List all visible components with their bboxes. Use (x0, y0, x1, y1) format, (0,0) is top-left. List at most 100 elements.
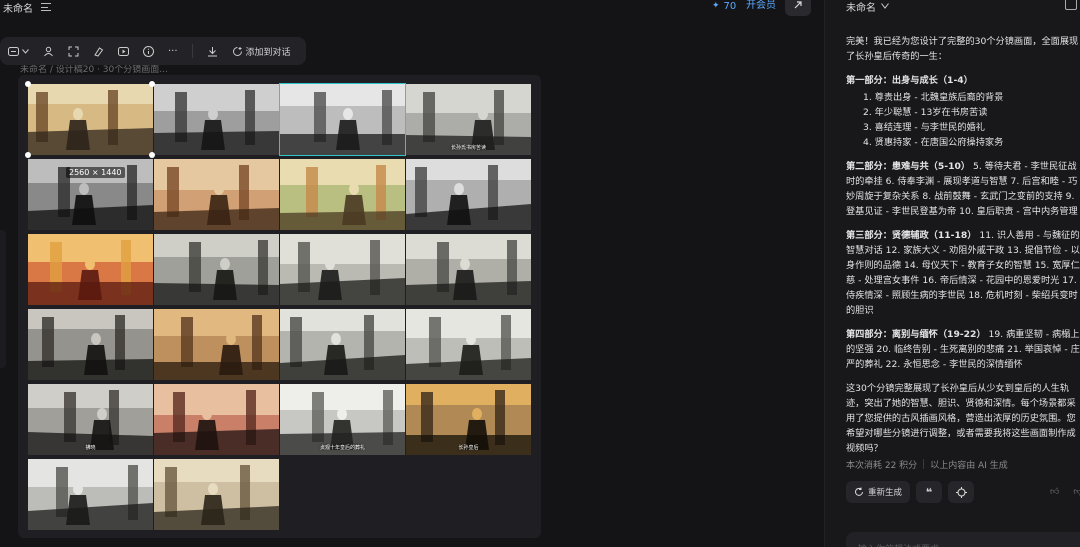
share-button[interactable] (785, 0, 811, 16)
list-item: 3. 喜结连理 - 与李世民的婚礼 (863, 122, 985, 133)
summary-text: 这30个分镜完整展现了长孙皇后从少女到皇后的人生轨 (846, 383, 1070, 394)
locate-button[interactable] (948, 481, 975, 503)
quote-button[interactable]: ❝ (916, 481, 943, 503)
section-text: 的坚强 20. 临终告别 - 生死离别的悲痛 21. 举国哀悼 - 庄 (846, 344, 1080, 355)
chat-input[interactable]: 输入你的想法或要求... (846, 532, 1080, 547)
storyboard-frame[interactable] (28, 459, 153, 530)
assistant-message: 完美！我已经为您设计了完整的30个分镜画面，全面展现 了长孙皇后传奇的一生： 第… (846, 34, 1080, 465)
quote-icon: ❝ (925, 485, 933, 499)
frame-illustration (280, 84, 405, 155)
storyboard-frame[interactable] (28, 84, 153, 155)
storyboard-frame[interactable]: 2560 × 1440 (28, 159, 153, 230)
collapsed-side-panel[interactable] (0, 230, 6, 368)
resize-handle-tr[interactable] (149, 81, 155, 87)
resize-handle-tl[interactable] (25, 81, 31, 87)
meta-divider (923, 459, 925, 469)
section-heading-1: 第一部分：出身与成长（1-4） (846, 75, 973, 86)
regenerate-label: 重新生成 (868, 488, 903, 498)
menu-icon[interactable] (41, 3, 51, 11)
info-icon[interactable] (143, 45, 154, 57)
canvas-area: 未命名 ✦ 70 开会员 未命名 / 设计稿20 · 30个分镜画面... ··… (0, 0, 824, 547)
download-icon[interactable] (207, 46, 218, 57)
storyboard-frame[interactable] (154, 459, 279, 530)
storyboard-frame[interactable]: 长孙氏书房苦读 (406, 84, 531, 155)
storyboard-frame[interactable] (154, 384, 279, 455)
storyboard-frame[interactable] (406, 159, 531, 230)
frame-illustration (406, 234, 531, 305)
storyboard-frame[interactable] (154, 234, 279, 305)
frame-illustration (28, 234, 153, 305)
message-actions: 重新生成 ❝ (846, 481, 975, 503)
chat-title: 未命名 (846, 2, 876, 14)
storyboard-frame[interactable]: 拂晓 (28, 384, 153, 455)
section-text: 侍疾情深 - 照顾生病的李世民 18. 危机时刻 - 柴绍兵变时 (846, 290, 1078, 301)
section-2: 第二部分：患难与共（5-10） 5. 等待夫君 - 李世民征战 时的牵挂 6. … (846, 159, 1080, 219)
summary-text: 迹，突出了她的智慧、胆识、贤德和深情。每个场景都采 (846, 398, 1076, 409)
add-to-chat-button[interactable]: 添加到对话 (232, 45, 291, 58)
new-chat-icon[interactable] (1065, 0, 1077, 10)
frame-illustration (28, 84, 153, 155)
part1-list: 1. 尊贵出身 - 北魏皇族后裔的背景 2. 年少聪慧 - 13岁在书房苦读 3… (863, 90, 1080, 150)
summary-text: 视频吗？ (846, 443, 883, 454)
thumbs-up-icon[interactable]: 👍︎ (1050, 487, 1059, 497)
document-title[interactable]: 未命名 (3, 0, 33, 15)
chat-title-dropdown[interactable]: 未命名 (846, 0, 889, 14)
frame-illustration (280, 159, 405, 230)
credit-cost: 本次消耗 22 积分 (846, 461, 918, 471)
storyboard-frame[interactable]: 长孙皇后 (406, 384, 531, 455)
eraser-icon[interactable] (93, 46, 104, 57)
section-text: 智慧对话 12. 家族大义 - 劝阻外戚干政 13. 提倡节俭 - 以 (846, 245, 1080, 256)
cutout-icon[interactable] (43, 46, 54, 57)
refresh-icon (855, 487, 863, 496)
add-chat-icon (232, 46, 242, 56)
storyboard-frame[interactable] (406, 234, 531, 305)
section-text: 身作则的品德 14. 母仪天下 - 教育子女的智慧 15. 宽厚仁 (846, 260, 1080, 271)
points-display[interactable]: ✦ 70 (712, 0, 736, 12)
list-item: 4. 贤惠持家 - 在唐国公府操持家务 (863, 137, 1004, 148)
intro-line: 了长孙皇后传奇的一生： (846, 51, 948, 62)
toolbar-divider (191, 44, 193, 58)
message-meta: 本次消耗 22 积分 以上内容由 AI 生成 (846, 458, 1008, 471)
section-text: 的胆识 (846, 305, 874, 316)
section-text: 5. 等待夫君 - 李世民征战 (970, 161, 1077, 172)
vip-link[interactable]: 开会员 (746, 0, 776, 12)
section-text: 11. 识人善用 - 与魏征的 (976, 230, 1080, 241)
top-bar: 未命名 (0, 0, 51, 15)
resize-handle-br[interactable] (149, 152, 155, 158)
share-icon (794, 1, 802, 9)
storyboard-frame[interactable] (280, 159, 405, 230)
summary-text: 希望对哪些分镜进行调整，或者需要我将这些画面制作成 (846, 428, 1076, 439)
frame-subtitle: 贞观十年皇后的葬礼 (319, 445, 366, 451)
frame-illustration (154, 234, 279, 305)
storyboard-frame[interactable] (406, 309, 531, 380)
storyboard-frame[interactable] (280, 309, 405, 380)
more-icon[interactable]: ··· (168, 46, 178, 57)
regenerate-button[interactable]: 重新生成 (846, 481, 911, 503)
storyboard-grid: 长孙氏书房苦读 2560 × 1440 拂晓 贞观十年皇后的葬礼 长孙皇后 (28, 83, 531, 530)
storyboard-frame[interactable] (154, 159, 279, 230)
storyboard-frame[interactable] (154, 309, 279, 380)
storyboard-frame[interactable]: 贞观十年皇后的葬礼 (280, 384, 405, 455)
points-count: 70 (723, 0, 737, 12)
expand-icon[interactable] (68, 46, 79, 57)
summary-text: 用了您提供的古风插画风格，营造出浓厚的历史氛围。您 (846, 413, 1076, 424)
storyboard-frame[interactable] (154, 84, 279, 155)
frame-illustration (280, 309, 405, 380)
resize-handle-bl[interactable] (25, 152, 31, 158)
storyboard-frame[interactable] (280, 234, 405, 305)
aspect-ratio-dropdown[interactable] (8, 46, 29, 56)
thumbs-down-icon[interactable]: 👎︎ (1073, 487, 1080, 497)
section-text: 严的葬礼 22. 永恒思念 - 李世民的深情缅怀 (846, 359, 1023, 370)
video-icon[interactable] (118, 46, 129, 57)
storyboard-frame[interactable] (28, 309, 153, 380)
storyboard-frame[interactable] (279, 83, 406, 156)
chevron-down-icon (881, 3, 889, 9)
chevron-down-icon (22, 48, 29, 54)
frame-illustration (28, 309, 153, 380)
frame-illustration (280, 234, 405, 305)
section-heading-2: 第二部分：患难与共（5-10） (846, 161, 971, 172)
storyboard-frame[interactable] (28, 234, 153, 305)
frame-subtitle: 长孙氏书房苦读 (450, 145, 487, 151)
list-item: 2. 年少聪慧 - 13岁在书房苦读 (863, 107, 988, 118)
section-heading-4: 第四部分：离别与缅怀（19-22） (846, 329, 986, 340)
